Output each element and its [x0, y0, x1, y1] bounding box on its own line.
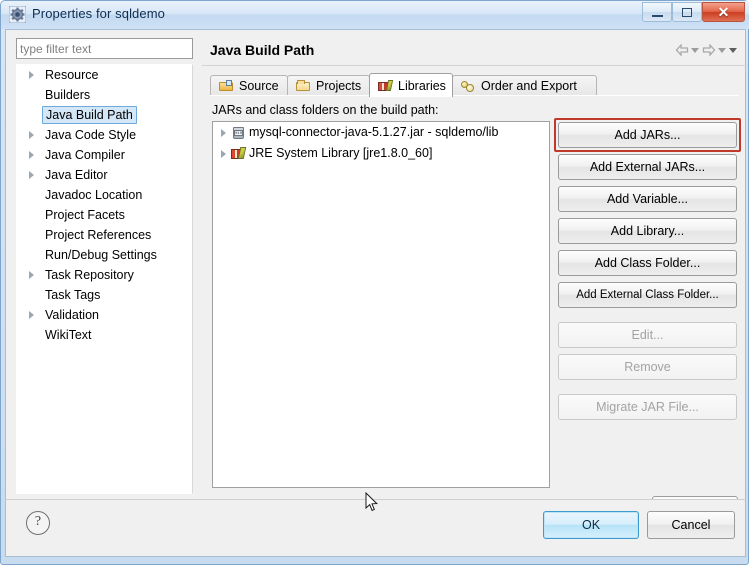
maximize-button[interactable] — [672, 2, 702, 22]
tab-source[interactable]: Source — [210, 75, 288, 96]
sidebar-item-resource[interactable]: Resource — [17, 65, 192, 85]
expand-arrow-icon[interactable] — [29, 151, 34, 159]
expand-arrow-icon[interactable] — [29, 311, 34, 319]
tab-strip: Source Projects Libraries Order and Export — [210, 73, 739, 97]
tab-projects[interactable]: Projects — [287, 75, 370, 96]
sidebar-item-label: Resource — [45, 68, 99, 82]
tab-label: Order and Export — [481, 79, 577, 93]
side-button-column: Add JARs... Add External JARs... Add Varia… — [554, 118, 741, 426]
sidebar-item-java-editor[interactable]: Java Editor — [17, 165, 192, 185]
title-separator — [202, 65, 747, 66]
add-class-folder-button[interactable]: Add Class Folder... — [558, 250, 737, 276]
expand-arrow-icon[interactable] — [221, 150, 226, 158]
sidebar-item-run-debug-settings[interactable]: Run/Debug Settings — [17, 245, 192, 265]
tab-underline — [210, 95, 739, 96]
tab-label: Source — [239, 79, 279, 93]
maximize-icon — [682, 7, 692, 17]
sidebar-item-label: Java Compiler — [45, 148, 125, 162]
add-jars-button[interactable]: Add JARs... — [558, 122, 737, 148]
sidebar-item-builders[interactable]: Builders — [17, 85, 192, 105]
properties-gear-icon — [9, 6, 26, 23]
list-item[interactable]: mysql-connector-java-5.1.27.jar - sqldem… — [213, 122, 549, 143]
tab-label: Libraries — [398, 78, 446, 93]
sidebar-item-javadoc-location[interactable]: Javadoc Location — [17, 185, 192, 205]
page-title: Java Build Path — [210, 42, 315, 58]
help-icon[interactable]: ? — [26, 511, 50, 535]
tab-libraries[interactable]: Libraries — [369, 73, 453, 97]
add-variable-button[interactable]: Add Variable... — [558, 186, 737, 212]
sidebar-item-label: Builders — [45, 88, 91, 102]
properties-dialog-window: Properties for sqldemo ✕ Resource Builder… — [0, 0, 749, 565]
sidebar-item-label: Java Editor — [45, 168, 108, 182]
expand-arrow-icon[interactable] — [221, 129, 226, 137]
tab-label: Projects — [316, 79, 362, 93]
close-button[interactable]: ✕ — [702, 2, 745, 22]
minimize-button[interactable] — [642, 2, 672, 22]
view-menu-button[interactable] — [729, 47, 737, 53]
chevron-down-icon — [691, 47, 699, 53]
add-external-class-folder-button[interactable]: Add External Class Folder... — [558, 282, 737, 308]
window-title: Properties for sqldemo — [32, 6, 165, 21]
sidebar-item-java-code-style[interactable]: Java Code Style — [17, 125, 192, 145]
sidebar-item-wikitext[interactable]: WikiText — [17, 325, 192, 345]
sidebar-item-label: Run/Debug Settings — [45, 248, 157, 262]
expand-arrow-icon[interactable] — [29, 71, 34, 79]
add-external-jars-button[interactable]: Add External JARs... — [558, 154, 737, 180]
sidebar-item-project-facets[interactable]: Project Facets — [17, 205, 192, 225]
content-panel: Java Build Path Source Projects Librarie… — [202, 30, 747, 522]
sidebar-item-label: Task Tags — [45, 288, 101, 302]
arrow-left-icon — [675, 44, 689, 56]
dialog-body: Resource Builders Java Build Path Java Code… — [5, 29, 747, 522]
sidebar-item-label: Task Repository — [45, 268, 134, 282]
sidebar-item-label: Javadoc Location — [45, 188, 143, 202]
sidebar-item-label: Project References — [45, 228, 152, 242]
list-item-label: JRE System Library [jre1.8.0_60] — [249, 146, 433, 160]
dialog-footer: ? OK Cancel — [5, 499, 746, 557]
expand-arrow-icon[interactable] — [29, 271, 34, 279]
ok-button[interactable]: OK — [543, 511, 639, 539]
libraries-list[interactable]: mysql-connector-java-5.1.27.jar - sqldem… — [212, 121, 550, 488]
list-item[interactable]: JRE System Library [jre1.8.0_60] — [213, 143, 549, 164]
sidebar-item-task-repository[interactable]: Task Repository — [17, 265, 192, 285]
list-label: JARs and class folders on the build path… — [212, 103, 439, 117]
arrow-right-icon — [702, 44, 716, 56]
chevron-down-icon — [718, 47, 726, 53]
list-item-label: mysql-connector-java-5.1.27.jar - sqldem… — [249, 125, 499, 139]
sidebar-item-project-references[interactable]: Project References — [17, 225, 192, 245]
jar-icon — [231, 125, 246, 140]
chevron-down-icon — [729, 47, 737, 53]
projects-folder-icon — [296, 79, 311, 93]
sidebar-item-validation[interactable]: Validation — [17, 305, 192, 325]
settings-tree[interactable]: Resource Builders Java Build Path Java Code… — [16, 64, 193, 494]
filter-input[interactable] — [16, 38, 193, 59]
order-export-icon — [461, 79, 476, 93]
jre-library-icon — [231, 146, 246, 161]
title-bar: Properties for sqldemo ✕ — [1, 1, 749, 29]
sidebar-item-label: Project Facets — [45, 208, 125, 222]
sidebar-item-label: Java Build Path — [42, 106, 137, 124]
expand-arrow-icon[interactable] — [29, 131, 34, 139]
back-button[interactable] — [675, 44, 699, 56]
navigation-controls — [675, 44, 737, 56]
forward-button[interactable] — [702, 44, 726, 56]
libraries-books-icon — [378, 79, 393, 93]
tab-order-and-export[interactable]: Order and Export — [452, 75, 597, 96]
sidebar-item-task-tags[interactable]: Task Tags — [17, 285, 192, 305]
remove-button: Remove — [558, 354, 737, 380]
sidebar-item-label: Java Code Style — [45, 128, 137, 142]
minimize-icon — [651, 14, 663, 17]
sidebar-item-java-build-path[interactable]: Java Build Path — [17, 105, 192, 125]
migrate-jar-file-button: Migrate JAR File... — [558, 394, 737, 420]
sidebar-item-label: Validation — [45, 308, 99, 322]
source-folder-icon — [219, 79, 234, 93]
cancel-button[interactable]: Cancel — [647, 511, 735, 539]
edit-button: Edit... — [558, 322, 737, 348]
close-icon: ✕ — [717, 4, 730, 20]
add-library-button[interactable]: Add Library... — [558, 218, 737, 244]
expand-arrow-icon[interactable] — [29, 171, 34, 179]
sidebar-item-java-compiler[interactable]: Java Compiler — [17, 145, 192, 165]
sidebar-item-label: WikiText — [45, 328, 92, 342]
